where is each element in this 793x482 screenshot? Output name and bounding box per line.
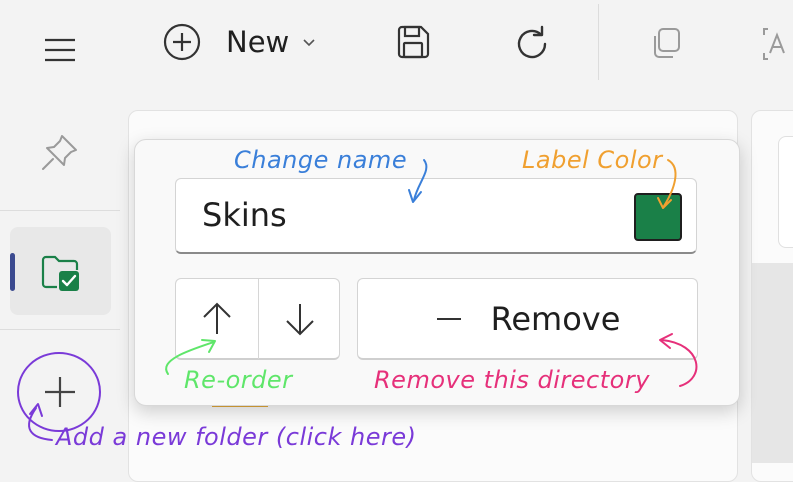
- annotation-remove-dir: Remove this directory: [374, 366, 650, 394]
- annotation-change-name: Change name: [234, 146, 408, 174]
- annotation-reorder: Re-order: [184, 366, 293, 394]
- label-color-arrow: [663, 159, 677, 207]
- annotation-add-folder: Add a new folder (click here): [56, 423, 417, 451]
- annotation-label-color: Label Color: [522, 146, 663, 174]
